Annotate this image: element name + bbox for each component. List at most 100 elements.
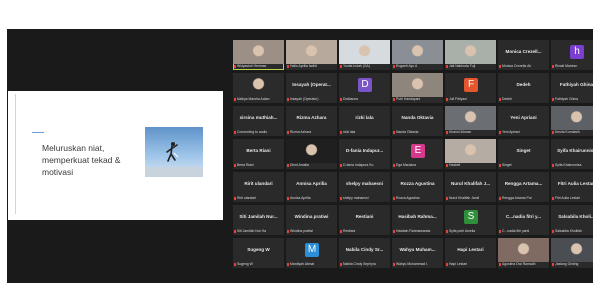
participant-video bbox=[551, 238, 593, 262]
participant-tile[interactable]: Khairul Ikhwan bbox=[445, 106, 496, 136]
participant-tile[interactable]: E Ega Maulana bbox=[392, 139, 443, 169]
participant-tile[interactable]: Annisa Aprilia Annisa Aprilia bbox=[286, 172, 337, 202]
participant-caption-text: Hasbiel bbox=[449, 163, 461, 167]
participant-caption: Novita Kurniasih bbox=[552, 130, 593, 135]
participant-name: rizki lala bbox=[355, 115, 374, 120]
participant-tile[interactable]: Hallo Aprilia fadhil bbox=[286, 40, 337, 70]
participant-caption: Naibya Marsha Adam bbox=[234, 97, 283, 102]
participant-video bbox=[498, 238, 549, 262]
participant-name: Singet bbox=[516, 148, 531, 153]
participant-tile[interactable]: Yeni Apriani Yeni Apriani bbox=[498, 106, 549, 136]
participant-caption: Khairul Ikhwan bbox=[446, 130, 495, 135]
participant-tile[interactable]: Siti Jamilah Nur... Siti Jamilah Nur Ha bbox=[233, 205, 284, 235]
participant-tile[interactable]: Roganti Ayu A bbox=[392, 40, 443, 70]
participant-tile[interactable]: Windina pratiwi Windina pratiwi bbox=[286, 205, 337, 235]
participant-tile[interactable]: Hapi Lestari Hapi Lestari bbox=[445, 238, 496, 268]
participant-tile[interactable]: D-fania Indapur... D-fania Indapura Ku bbox=[339, 139, 390, 169]
participant-video bbox=[286, 139, 337, 163]
participant-tile[interactable]: Nanda Oktavia Nanda Oktavia bbox=[392, 106, 443, 136]
participant-tile[interactable]: Novita Kurniasih bbox=[551, 106, 593, 136]
participant-name: Wahyu Muham... bbox=[399, 247, 436, 252]
muted-mic-icon bbox=[340, 229, 342, 233]
participant-caption: Nanda Oktavia bbox=[393, 130, 442, 135]
participant-video bbox=[233, 40, 284, 64]
participant-tile[interactable]: Fitri Aulia Lestari Fitri Aulia Lestari bbox=[551, 172, 593, 202]
participant-tile[interactable]: Agustina Dwi Ramadh bbox=[498, 238, 549, 268]
participant-caption: Mardiyah Akmal bbox=[287, 262, 336, 267]
muted-mic-icon bbox=[340, 196, 342, 200]
muted-mic-icon bbox=[340, 163, 342, 167]
participant-tile[interactable]: Jaslang Ginting bbox=[551, 238, 593, 268]
participant-tile[interactable]: Rengga Artama... Rengga Artama Put bbox=[498, 172, 549, 202]
participant-caption-text: Hallo Aprilia fadhil bbox=[290, 64, 317, 68]
participant-caption: Juli Fitriyani bbox=[446, 97, 495, 102]
participant-caption: Insayah (Operator) bbox=[287, 97, 336, 102]
participant-caption: Nabila Cindy Sephyra bbox=[340, 262, 389, 267]
participant-tile[interactable]: Nabila Cindy Sr... Nabila Cindy Sephyra bbox=[339, 238, 390, 268]
muted-mic-icon bbox=[234, 163, 236, 167]
participant-tile[interactable]: Putri Handayani bbox=[392, 73, 443, 103]
participant-name: Annisa Aprilia bbox=[296, 181, 327, 186]
participant-tile[interactable]: Yunita Indah (GA) bbox=[339, 40, 390, 70]
participant-tile[interactable]: Monica Crezell... Monica Crezella Ah bbox=[498, 40, 549, 70]
muted-mic-icon bbox=[552, 262, 554, 266]
participant-tile[interactable]: Jati Nakhuda Fuji bbox=[445, 40, 496, 70]
muted-mic-icon bbox=[287, 64, 289, 68]
participant-tile[interactable]: rizki lala rizki lala bbox=[339, 106, 390, 136]
participant-tile[interactable]: S Syifa putri Amelia bbox=[445, 205, 496, 235]
participant-caption-text: Jaslang Ginting bbox=[555, 262, 579, 266]
participant-tile[interactable]: Rizma Azhara Rizma Azhara bbox=[286, 106, 337, 136]
participant-tile[interactable]: Hasbiel bbox=[445, 139, 496, 169]
muted-mic-icon bbox=[499, 163, 501, 167]
participant-caption: Fathiyah Ghina bbox=[552, 97, 593, 102]
participant-tile[interactable]: Nurul Khalifah J... Nurul Khalifah Jamil bbox=[445, 172, 496, 202]
participant-tile[interactable]: D Dwibacea bbox=[339, 73, 390, 103]
participant-tile[interactable]: Dedeh Dedeh bbox=[498, 73, 549, 103]
participant-caption: Hallo Aprilia fadhil bbox=[287, 64, 336, 69]
participant-tile[interactable]: Berta Riani Berta Riani bbox=[233, 139, 284, 169]
muted-mic-icon bbox=[340, 130, 342, 134]
participant-tile[interactable]: Dinni Amalia bbox=[286, 139, 337, 169]
participant-caption: Hapi Lestari bbox=[446, 262, 495, 267]
participant-caption-text: Rozza Agustina bbox=[396, 196, 420, 200]
participant-tile[interactable]: Widyastuti Hermaw bbox=[233, 40, 284, 70]
participant-name: Rizma Azhara bbox=[296, 115, 327, 120]
participant-caption: Singet bbox=[499, 163, 548, 168]
participant-name: Syifa Khairunnisa bbox=[557, 148, 593, 153]
participant-caption: C...nadia fitri yanti bbox=[499, 229, 548, 234]
participant-tile[interactable]: Fathiyah Ghina Fathiyah Ghina bbox=[551, 73, 593, 103]
participant-caption: Sugeng W bbox=[234, 262, 283, 267]
participant-tile[interactable]: Rozza Agustina Rozza Agustina bbox=[392, 172, 443, 202]
participant-tile[interactable]: shelpy mahaesni shelpy mahaesni bbox=[339, 172, 390, 202]
participant-tile[interactable]: sirsina muthiah... Connecting to audio bbox=[233, 106, 284, 136]
participant-tile[interactable]: M Mardiyah Akmal bbox=[286, 238, 337, 268]
participant-tile[interactable]: Restiani Restiani bbox=[339, 205, 390, 235]
participant-tile[interactable]: Syifa Khairunnisa Syifa Khairunnisa bbox=[551, 139, 593, 169]
participant-tile[interactable]: Wahyu Muham... Wahyu Muhammad I. bbox=[392, 238, 443, 268]
participant-caption-text: Yunita Indah (GA) bbox=[343, 64, 370, 68]
participant-tile[interactable]: C...nadia fitri y... C...nadia fitri yant… bbox=[498, 205, 549, 235]
participant-caption-text: Nanda Oktavia bbox=[396, 130, 419, 134]
participant-tile[interactable]: Insayah (Operat... Insayah (Operator) bbox=[286, 73, 337, 103]
participant-video bbox=[392, 73, 443, 97]
participant-caption-text: Siti Jamilah Nur Ha bbox=[237, 229, 267, 233]
participant-tile[interactable]: Salsabila Kholi... Salsabila Kholifah bbox=[551, 205, 593, 235]
participant-caption: Ririt ulandari bbox=[234, 196, 283, 201]
participant-tile[interactable]: F Juli Fitriyani bbox=[445, 73, 496, 103]
participant-tile[interactable]: Sugeng W Sugeng W bbox=[233, 238, 284, 268]
participant-name: Yeni Apriani bbox=[510, 115, 537, 120]
participant-tile[interactable]: Singet Singet bbox=[498, 139, 549, 169]
participant-caption-text: Windina pratiwi bbox=[290, 229, 313, 233]
participant-caption-text: Naibya Marsha Adam bbox=[237, 97, 270, 101]
participant-tile[interactable]: Hasibah Rahma... Hasibah Rahmawanda bbox=[392, 205, 443, 235]
participant-caption-text: Berta Riani bbox=[237, 163, 254, 167]
participant-tile[interactable]: Naibya Marsha Adam bbox=[233, 73, 284, 103]
participant-avatar: S bbox=[464, 210, 478, 224]
participant-tile[interactable]: Ririt ulandari Ririt ulandari bbox=[233, 172, 284, 202]
participant-tile[interactable]: h Rizaki Mahesn bbox=[551, 40, 593, 70]
muted-mic-icon bbox=[234, 130, 236, 134]
muted-mic-icon bbox=[552, 229, 554, 233]
muted-mic-icon bbox=[287, 97, 289, 101]
participant-avatar: F bbox=[464, 78, 478, 92]
muted-mic-icon bbox=[393, 64, 395, 68]
